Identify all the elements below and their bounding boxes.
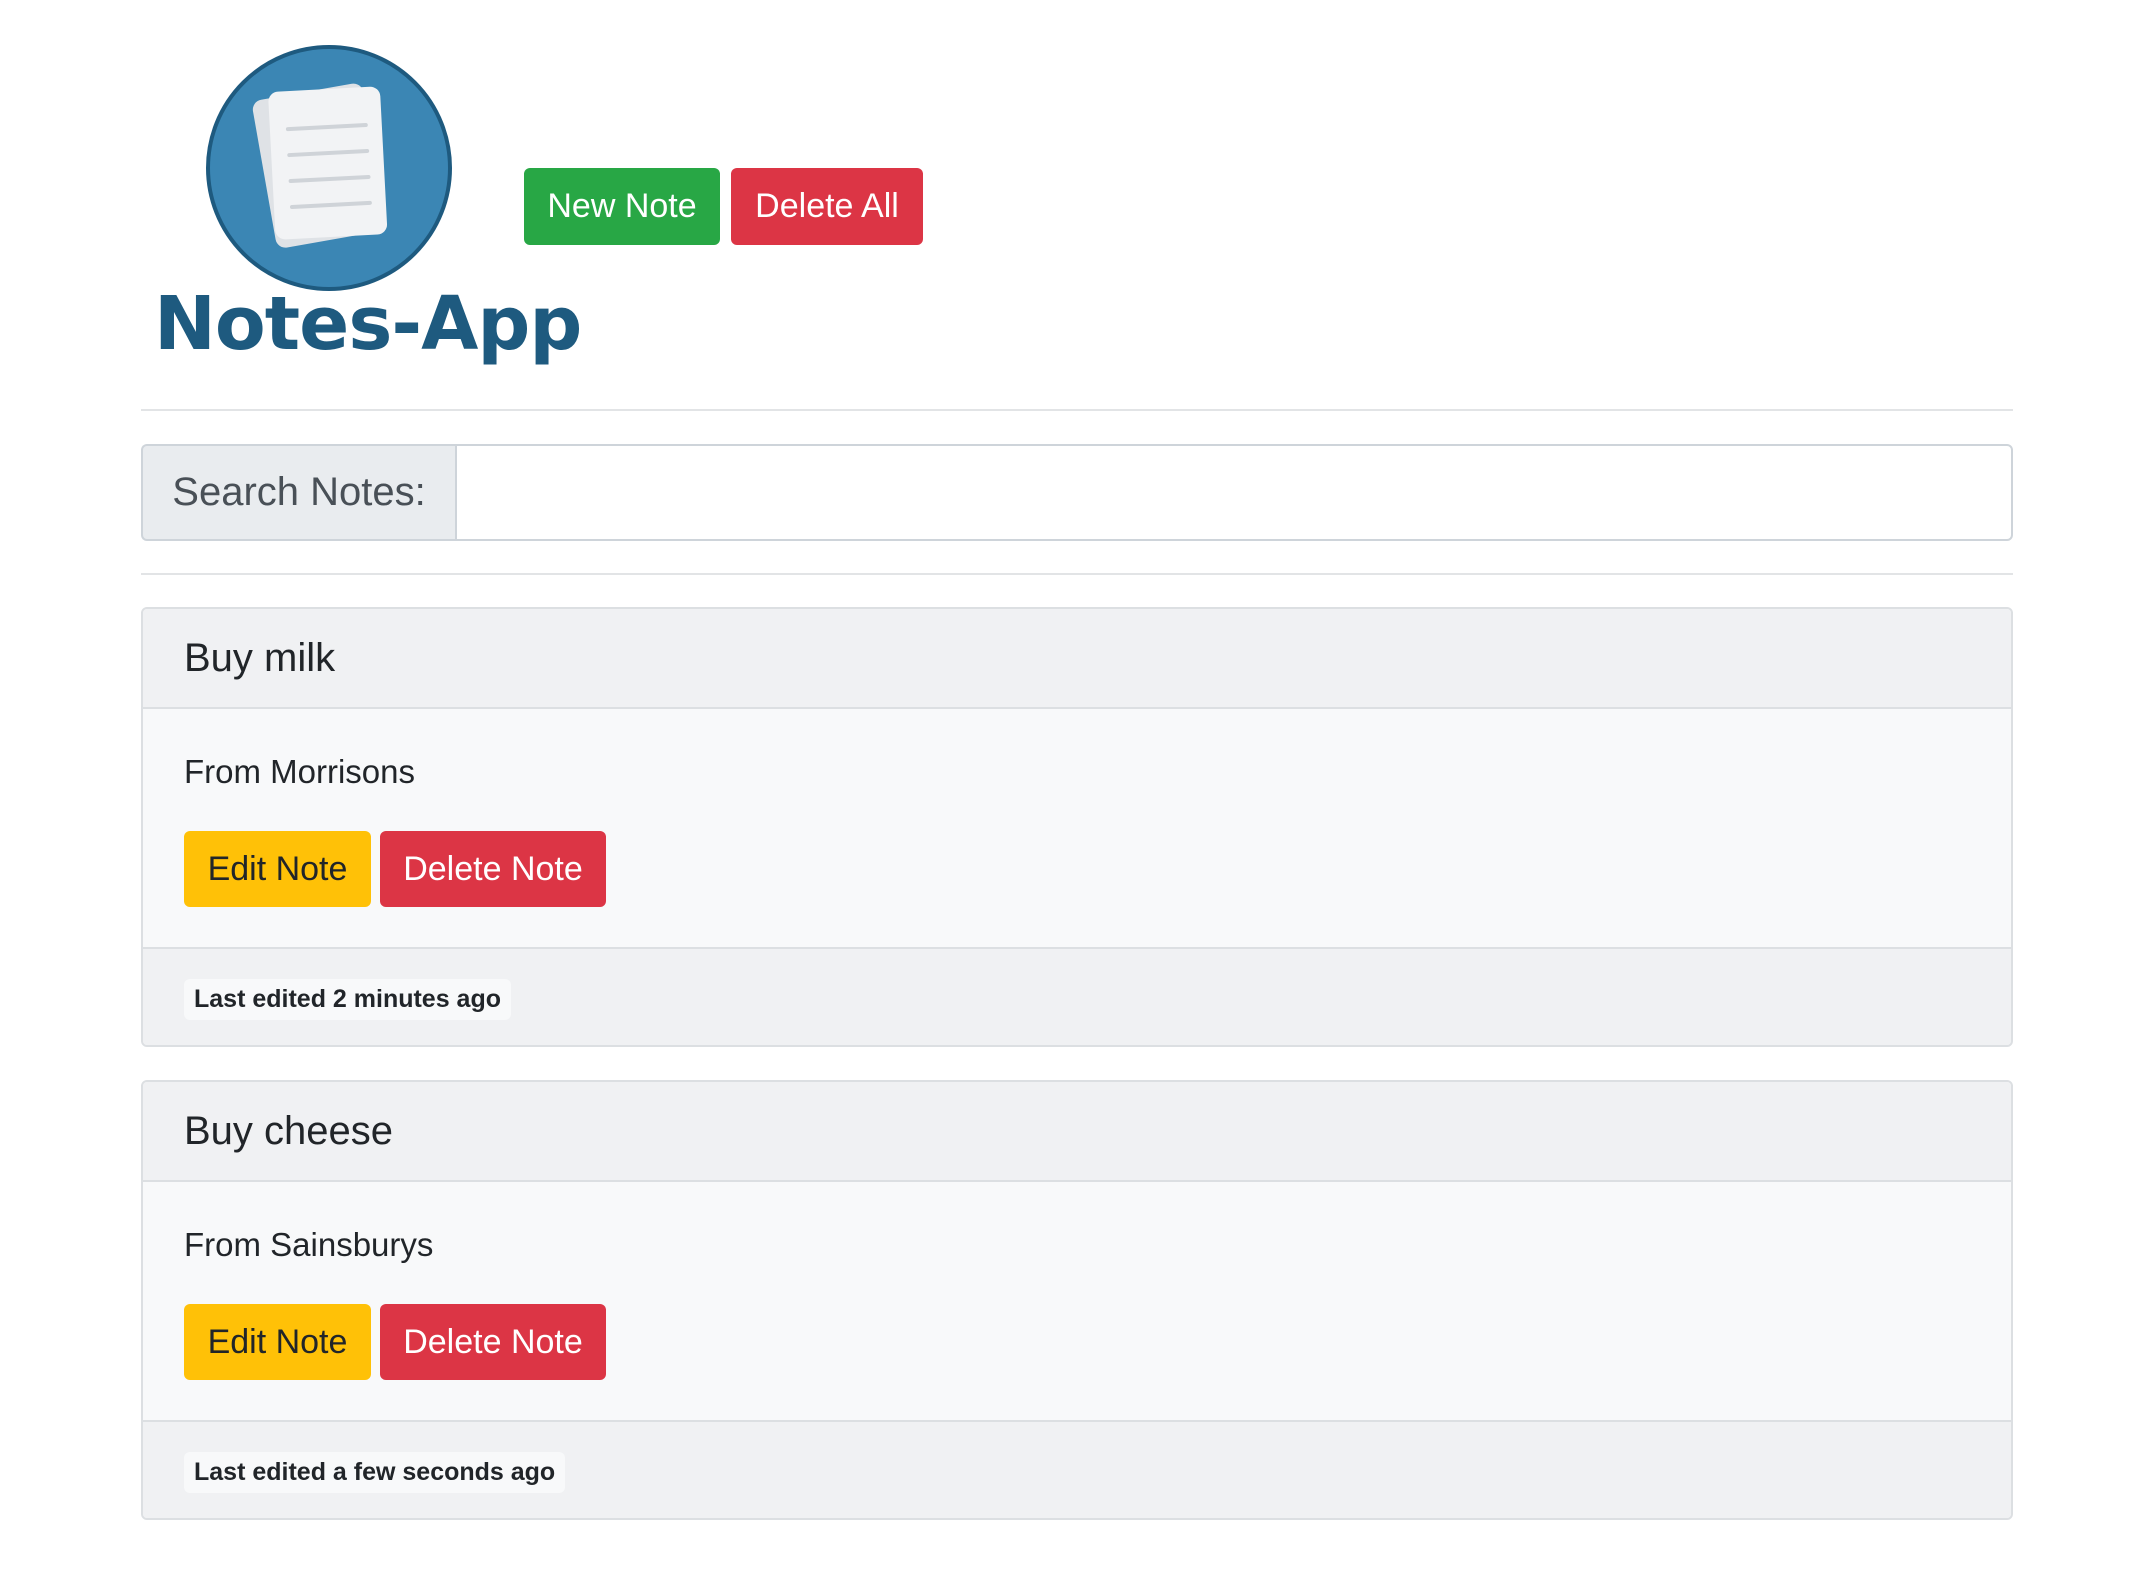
edit-note-button[interactable]: Edit Note <box>184 831 371 907</box>
new-note-button[interactable]: New Note <box>524 168 720 245</box>
delete-note-button[interactable]: Delete Note <box>380 1304 606 1380</box>
note-title: Buy cheese <box>143 1082 2011 1182</box>
note-title: Buy milk <box>143 609 2011 709</box>
delete-note-button[interactable]: Delete Note <box>380 831 606 907</box>
app-root: Notes-App New Note Delete All Search Not… <box>0 0 2136 1570</box>
note-footer: Last edited 2 minutes ago <box>143 947 2011 1045</box>
divider <box>141 573 2013 575</box>
note-card: Buy milk From Morrisons Edit Note Delete… <box>141 607 2013 1047</box>
note-text: From Morrisons <box>184 753 416 790</box>
search-input[interactable] <box>455 444 2013 541</box>
note-text: From Sainsburys <box>184 1226 434 1263</box>
edit-note-button[interactable]: Edit Note <box>184 1304 371 1380</box>
delete-all-button[interactable]: Delete All <box>731 168 923 245</box>
search-label: Search Notes: <box>141 444 455 541</box>
logo-text: Notes-App <box>154 281 582 367</box>
note-body: From Morrisons Edit Note Delete Note <box>143 709 2011 947</box>
divider <box>141 409 2013 411</box>
note-body: From Sainsburys Edit Note Delete Note <box>143 1182 2011 1420</box>
header: Notes-App New Note Delete All <box>0 0 2136 408</box>
last-edited-badge: Last edited a few seconds ago <box>184 1451 566 1493</box>
last-edited-badge: Last edited 2 minutes ago <box>184 978 512 1020</box>
note-footer: Last edited a few seconds ago <box>143 1420 2011 1518</box>
app-logo: Notes-App <box>150 45 582 375</box>
search-group: Search Notes: <box>141 444 2013 541</box>
notes-document-icon <box>206 45 452 291</box>
note-card: Buy cheese From Sainsburys Edit Note Del… <box>141 1080 2013 1520</box>
